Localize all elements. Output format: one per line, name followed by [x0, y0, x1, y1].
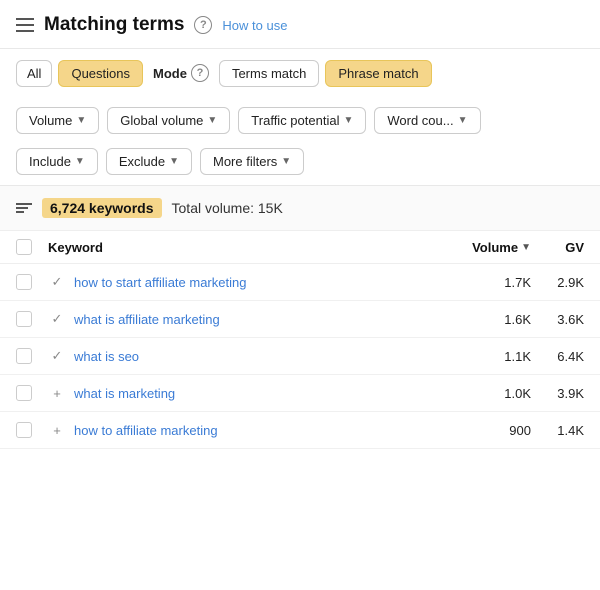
volume-sort-arrow-icon: ▼ [521, 242, 531, 253]
row-checkbox-4[interactable] [16, 422, 32, 438]
phrase-match-button[interactable]: Phrase match [325, 60, 431, 87]
filter-bar-1: All Questions Mode ? Terms match Phrase … [0, 49, 600, 97]
row-keyword-link-2[interactable]: what is seo [74, 349, 453, 364]
global-volume-chevron-icon: ▼ [207, 115, 217, 126]
word-count-chevron-icon: ▼ [458, 115, 468, 126]
mode-help-icon[interactable]: ? [191, 64, 209, 82]
all-button[interactable]: All [16, 60, 52, 87]
page-title: Matching terms [44, 14, 184, 36]
total-volume-label: Total volume: 15K [172, 200, 283, 216]
help-icon[interactable]: ? [194, 16, 212, 34]
row-keyword-link-1[interactable]: what is affiliate marketing [74, 312, 453, 327]
row-volume-3: 1.0K [461, 386, 531, 401]
more-filters-button[interactable]: More filters ▼ [200, 148, 304, 175]
row-checkbox-0[interactable] [16, 274, 32, 290]
row-keyword-link-0[interactable]: how to start affiliate marketing [74, 275, 453, 290]
traffic-potential-filter-button[interactable]: Traffic potential ▼ [238, 107, 366, 134]
row-status-icon-2: ✓ [48, 348, 66, 364]
row-checkbox-3[interactable] [16, 385, 32, 401]
row-gv-1: 3.6K [539, 312, 584, 327]
row-keyword-link-3[interactable]: what is marketing [74, 386, 453, 401]
table-row: + how to affiliate marketing 900 1.4K [0, 412, 600, 449]
table-row: ✓ how to start affiliate marketing 1.7K … [0, 264, 600, 301]
row-checkbox-1[interactable] [16, 311, 32, 327]
hamburger-menu-icon[interactable] [16, 18, 34, 32]
filter-bar-3: Include ▼ Exclude ▼ More filters ▼ [0, 144, 600, 186]
word-count-filter-button[interactable]: Word cou... ▼ [374, 107, 480, 134]
row-gv-4: 1.4K [539, 423, 584, 438]
row-status-icon-3: + [48, 386, 66, 401]
select-all-checkbox[interactable] [16, 239, 32, 255]
mode-label: Mode ? [149, 59, 213, 87]
include-chevron-icon: ▼ [75, 156, 85, 167]
row-volume-2: 1.1K [461, 349, 531, 364]
global-volume-filter-button[interactable]: Global volume ▼ [107, 107, 230, 134]
traffic-potential-chevron-icon: ▼ [343, 115, 353, 126]
sort-icon[interactable] [16, 203, 32, 213]
table-row: ✓ what is affiliate marketing 1.6K 3.6K [0, 301, 600, 338]
exclude-filter-button[interactable]: Exclude ▼ [106, 148, 192, 175]
exclude-chevron-icon: ▼ [169, 156, 179, 167]
row-gv-0: 2.9K [539, 275, 584, 290]
summary-row: 6,724 keywords Total volume: 15K [0, 186, 600, 231]
row-keyword-link-4[interactable]: how to affiliate marketing [74, 423, 453, 438]
row-volume-1: 1.6K [461, 312, 531, 327]
row-volume-4: 900 [461, 423, 531, 438]
table-body: ✓ how to start affiliate marketing 1.7K … [0, 264, 600, 449]
volume-filter-button[interactable]: Volume ▼ [16, 107, 99, 134]
row-checkbox-2[interactable] [16, 348, 32, 364]
volume-chevron-icon: ▼ [76, 115, 86, 126]
questions-button[interactable]: Questions [58, 60, 143, 87]
page-header: Matching terms ? How to use [0, 0, 600, 49]
row-volume-0: 1.7K [461, 275, 531, 290]
row-gv-2: 6.4K [539, 349, 584, 364]
keywords-count-badge: 6,724 keywords [42, 198, 162, 218]
table-row: ✓ what is seo 1.1K 6.4K [0, 338, 600, 375]
col-header-keyword: Keyword [48, 240, 453, 255]
more-filters-chevron-icon: ▼ [281, 156, 291, 167]
col-header-volume[interactable]: Volume ▼ [461, 240, 531, 255]
how-to-use-link[interactable]: How to use [222, 18, 287, 33]
terms-match-button[interactable]: Terms match [219, 60, 319, 87]
table-row: + what is marketing 1.0K 3.9K [0, 375, 600, 412]
table-header: Keyword Volume ▼ GV [0, 231, 600, 264]
row-status-icon-4: + [48, 423, 66, 438]
filter-bar-2: Volume ▼ Global volume ▼ Traffic potenti… [0, 97, 600, 144]
row-status-icon-1: ✓ [48, 311, 66, 327]
row-gv-3: 3.9K [539, 386, 584, 401]
row-status-icon-0: ✓ [48, 274, 66, 290]
include-filter-button[interactable]: Include ▼ [16, 148, 98, 175]
col-header-gv: GV [539, 240, 584, 255]
